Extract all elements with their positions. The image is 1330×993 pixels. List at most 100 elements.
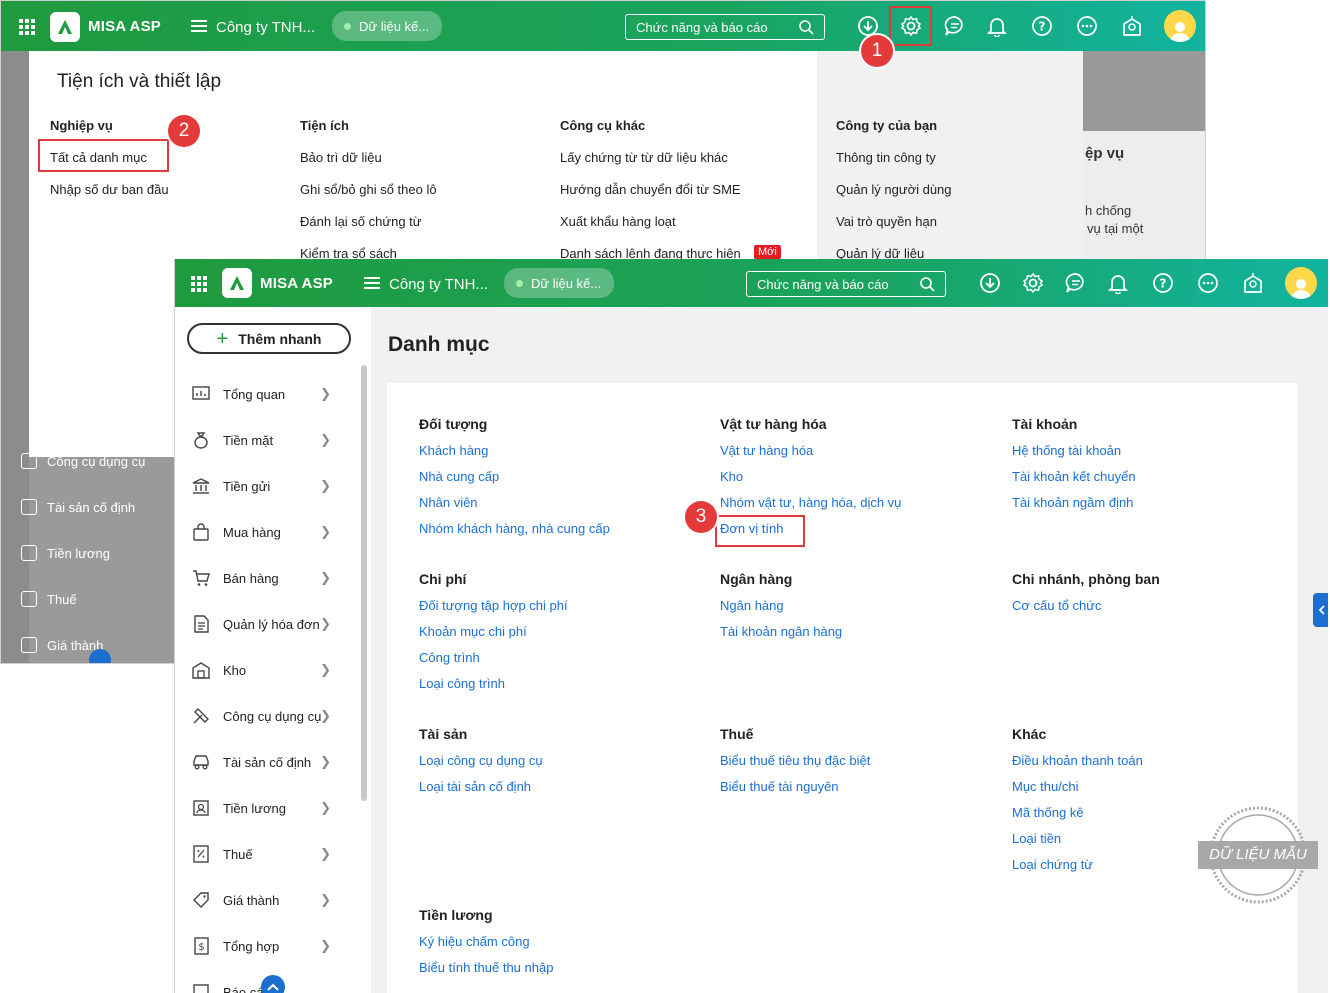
sidebar-item-invoice[interactable]: Quản lý hóa đơn ❯	[175, 601, 361, 647]
apps-grid-icon[interactable]	[191, 276, 207, 292]
menu-item[interactable]: Vai trò quyền hạn	[836, 214, 937, 229]
link-warehouse[interactable]: Kho	[720, 469, 743, 484]
link-employees[interactable]: Nhân viên	[419, 495, 478, 510]
sidebar-item-overview[interactable]: Tổng quan ❯	[175, 371, 361, 417]
sidebar: + Thêm nhanh Tổng quan ❯ Tiền mặt ❯ Tiền g…	[175, 307, 371, 993]
apps-grid-icon[interactable]	[19, 19, 35, 35]
search-icon	[920, 276, 935, 292]
bell-icon[interactable]	[985, 14, 1009, 38]
avatar[interactable]	[1164, 10, 1196, 42]
chevron-right-icon: ❯	[320, 800, 331, 815]
link-bank-accounts[interactable]: Tài khoản ngân hàng	[720, 624, 842, 639]
link-income-tax-table[interactable]: Biểu tính thuế thu nhập	[419, 960, 553, 975]
data-source-pill[interactable]: Dữ liệu kế...	[332, 11, 442, 41]
data-source-pill[interactable]: Dữ liệu kế...	[504, 268, 614, 298]
link-transfer-accounts[interactable]: Tài khoản kết chuyển	[1012, 469, 1136, 484]
back-content-card: ệp vụ h chống vụ tại một	[1083, 131, 1205, 261]
sidebar-item-summary[interactable]: $ Tổng hợp ❯	[175, 923, 361, 969]
menu-item[interactable]: Hướng dẫn chuyển đổi từ SME	[560, 182, 741, 197]
download-icon[interactable]	[978, 271, 1002, 295]
link-cost-objects[interactable]: Đối tượng tập hợp chi phí	[419, 598, 568, 613]
sidebar-item-label: Thuế	[223, 846, 253, 862]
menu-item[interactable]: Xuất khẩu hàng loạt	[560, 214, 676, 229]
scroll-up-icon[interactable]	[261, 975, 285, 993]
menu-icon[interactable]	[364, 277, 380, 289]
sidebar-item-tax[interactable]: Thuế ❯	[175, 831, 361, 877]
gear-icon[interactable]	[899, 14, 923, 38]
sidebar-item-cost[interactable]: Giá thành ❯	[175, 877, 361, 923]
link-statistics-codes[interactable]: Mã thống kê	[1012, 805, 1084, 820]
back-sidebar-label: Thuế	[47, 591, 77, 607]
chevron-right-icon: ❯	[320, 432, 331, 447]
more-icon[interactable]	[1196, 271, 1220, 295]
salary-icon	[191, 798, 211, 818]
sidebar-item-salary[interactable]: Tiền lương ❯	[175, 785, 361, 831]
link-excise-tax[interactable]: Biểu thuế tiêu thụ đặc biệt	[720, 753, 870, 768]
chat-icon[interactable]	[1064, 271, 1088, 295]
link-projects[interactable]: Công trình	[419, 650, 480, 665]
scroll-up-icon[interactable]	[89, 649, 111, 663]
sidebar-item-sales[interactable]: Bán hàng ❯	[175, 555, 361, 601]
sidebar-item-purchase[interactable]: Mua hàng ❯	[175, 509, 361, 555]
sidebar-item-label: Công cụ dụng cụ	[223, 708, 322, 724]
avatar[interactable]	[1285, 267, 1317, 299]
link-chart-of-accounts[interactable]: Hệ thống tài khoản	[1012, 443, 1121, 458]
link-voucher-types[interactable]: Loại chứng từ	[1012, 857, 1093, 872]
menu-item[interactable]: Quản lý người dùng	[836, 182, 952, 197]
menu-item[interactable]: Ghi sổ/bỏ ghi sổ theo lô	[300, 182, 437, 197]
link-materials[interactable]: Vật tư hàng hóa	[720, 443, 813, 458]
company-name[interactable]: Công ty TNH...	[216, 19, 315, 36]
bell-icon[interactable]	[1106, 271, 1130, 295]
sidebar-item-label: Bán hàng	[223, 570, 279, 586]
link-payment-terms[interactable]: Điều khoản thanh toán	[1012, 753, 1143, 768]
search-input[interactable]: Chức năng và báo cáo	[625, 14, 825, 40]
sidebar-item-warehouse[interactable]: Kho ❯	[175, 647, 361, 693]
chevron-right-icon: ❯	[320, 478, 331, 493]
menu-item[interactable]: Lấy chứng từ từ dữ liệu khác	[560, 150, 728, 165]
link-income-expense[interactable]: Mục thu/chi	[1012, 779, 1078, 794]
sidebar-item-deposit[interactable]: Tiền gửi ❯	[175, 463, 361, 509]
help-icon[interactable]: ?	[1151, 271, 1175, 295]
side-panel-toggle[interactable]	[1313, 593, 1328, 627]
help-icon[interactable]: ?	[1030, 14, 1054, 38]
menu-item-all-categories[interactable]: Tất cả danh mục	[50, 150, 147, 165]
link-currencies[interactable]: Loại tiền	[1012, 831, 1061, 846]
more-icon[interactable]	[1075, 14, 1099, 38]
link-customer-groups[interactable]: Nhóm khách hàng, nhà cung cấp	[419, 521, 610, 536]
link-default-accounts[interactable]: Tài khoản ngầm định	[1012, 495, 1133, 510]
link-resource-tax[interactable]: Biểu thuế tài nguyên	[720, 779, 839, 794]
cost-icon	[21, 637, 37, 653]
link-project-types[interactable]: Loại công trình	[419, 676, 505, 691]
back-snippet-2: h chống	[1085, 203, 1132, 218]
menu-icon[interactable]	[191, 20, 207, 32]
link-banks[interactable]: Ngân hàng	[720, 598, 784, 613]
link-asset-types[interactable]: Loại tài sản cố định	[419, 779, 531, 794]
quick-add-button[interactable]: + Thêm nhanh	[187, 323, 351, 354]
link-tool-types[interactable]: Loại công cụ dụng cụ	[419, 753, 543, 768]
link-customers[interactable]: Khách hàng	[419, 443, 488, 458]
gear-icon[interactable]	[1021, 271, 1045, 295]
menu-item-opening-balance[interactable]: Nhập số dư ban đầu	[50, 182, 169, 197]
link-units[interactable]: Đơn vị tính	[720, 521, 783, 536]
link-cost-items[interactable]: Khoản mục chi phí	[419, 624, 527, 639]
link-suppliers[interactable]: Nhà cung cấp	[419, 469, 499, 484]
chat-icon[interactable]	[943, 14, 967, 38]
shopping-bag-icon	[191, 522, 211, 542]
sidebar-scrollbar[interactable]	[361, 365, 367, 801]
link-org-structure[interactable]: Cơ cấu tổ chức	[1012, 598, 1101, 613]
sidebar-item-cash[interactable]: Tiền mặt ❯	[175, 417, 361, 463]
menu-item[interactable]: Thông tin công ty	[836, 150, 936, 165]
search-input[interactable]: Chức năng và báo cáo	[746, 271, 946, 297]
menu-item[interactable]: Bảo trì dữ liệu	[300, 150, 382, 165]
link-material-groups[interactable]: Nhóm vật tư, hàng hóa, dịch vụ	[720, 495, 901, 510]
idea-icon[interactable]	[1241, 271, 1265, 295]
company-name[interactable]: Công ty TNH...	[389, 276, 488, 293]
step-badge-3: 3	[685, 501, 717, 533]
idea-icon[interactable]	[1120, 14, 1144, 38]
sidebar-item-fixed-assets[interactable]: Tài sản cố định ❯	[175, 739, 361, 785]
menu-item[interactable]: Đánh lại số chứng từ	[300, 214, 421, 229]
link-timekeeping-codes[interactable]: Ký hiệu chấm công	[419, 934, 530, 949]
group-title: Tiền lương	[419, 907, 493, 923]
chevron-right-icon: ❯	[320, 892, 331, 907]
sidebar-item-tools[interactable]: Công cụ dụng cụ ❯	[175, 693, 361, 739]
